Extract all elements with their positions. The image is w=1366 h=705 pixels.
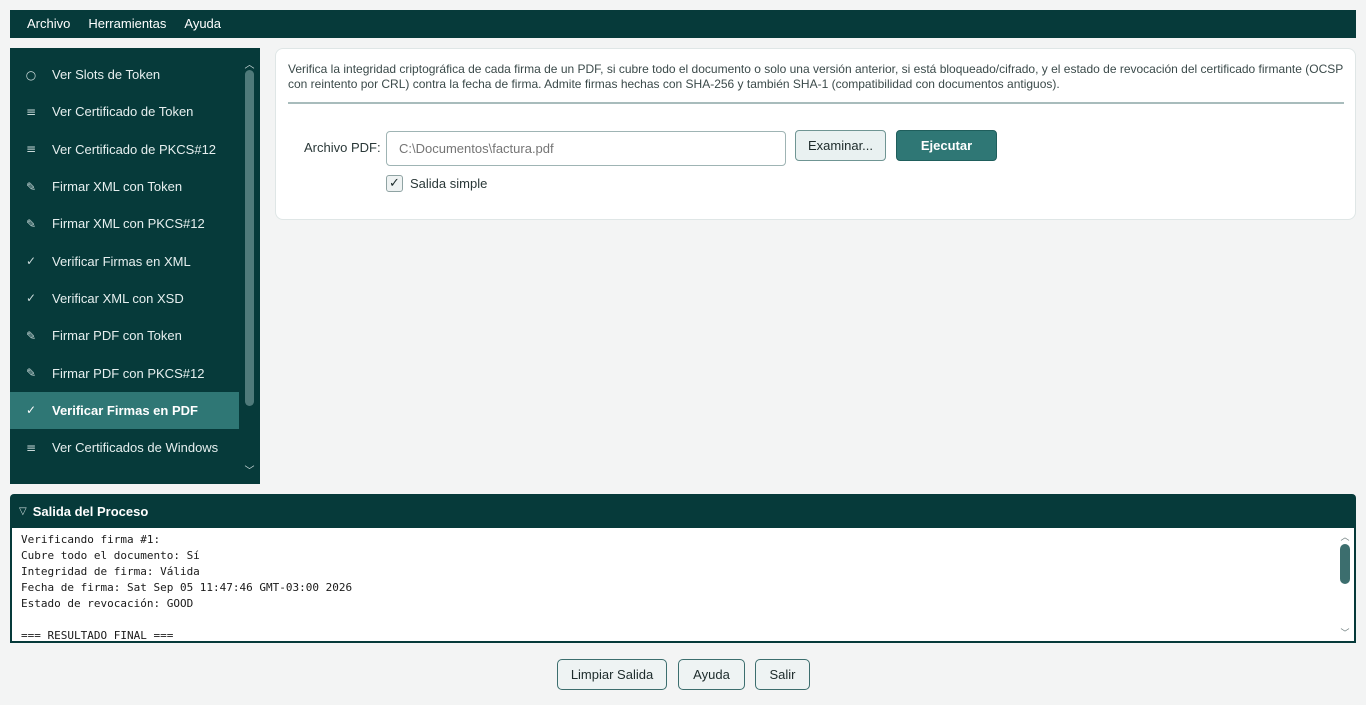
check-icon: ✓ [25,291,37,306]
sidebar-item[interactable]: ✎ Firmar PDF con Token [10,317,239,354]
run-button[interactable]: Ejecutar [896,130,997,161]
sidebar-item[interactable]: ○ Ver Slots de Token [10,56,239,93]
sign-icon: ✎ [25,366,37,381]
sidebar-item-label: Ver Slots de Token [52,67,161,83]
sidebar-item[interactable]: ✎ Firmar PDF con PKCS#12 [10,354,239,391]
sidebar-item[interactable]: ≡ Ver Certificados de Windows [10,429,239,466]
sidebar: ○ Ver Slots de Token ≡ Ver Certificado de T… [10,48,260,484]
sidebar-item-label: Ver Certificado de PKCS#12 [52,141,217,157]
simple-output-label[interactable]: Salida simple [410,176,487,191]
pdf-file-input[interactable] [386,131,786,166]
list-icon: ≡ [25,440,37,455]
menu-ayuda[interactable]: Ayuda [175,10,230,38]
help-button[interactable]: Ayuda [678,659,745,690]
sidebar-scrollbar[interactable]: ︿ ﹀ [239,48,260,484]
sidebar-item-label: Ver Certificado de Token [52,104,194,120]
checkmark-icon: ✓ [389,176,400,191]
sign-icon: ✎ [25,179,37,194]
pdf-file-label: Archivo PDF: [304,140,381,155]
sidebar-item[interactable]: ≡ Ver Certificado de PKCS#12 [10,131,239,168]
sidebar-item[interactable]: ✓ Verificar XML con XSD [10,280,239,317]
scroll-thumb[interactable] [1340,544,1350,584]
sidebar-item-label: Verificar XML con XSD [52,290,184,306]
scroll-thumb[interactable] [245,70,254,406]
tool-description: Verifica la integridad criptográfica de … [288,62,1344,91]
check-icon: ✓ [25,403,37,418]
sidebar-item[interactable]: ✎ Firmar XML con Token [10,168,239,205]
menu-archivo[interactable]: Archivo [18,10,79,38]
sidebar-item-label: Firmar PDF con Token [52,328,182,344]
menu-herramientas[interactable]: Herramientas [79,10,175,38]
sidebar-item[interactable]: ≡ Ver Certificado de Token [10,93,239,130]
scroll-up-icon[interactable]: ︿ [1338,530,1352,543]
list-icon: ≡ [25,142,37,157]
sign-icon: ✎ [25,216,37,231]
sidebar-item-label: Firmar XML con PKCS#12 [52,216,205,232]
output-text: Verificando firma #1: Cubre todo el docu… [21,533,353,642]
tool-panel: Verifica la integridad criptográfica de … [275,48,1356,220]
check-icon: ✓ [25,254,37,269]
sidebar-list: ○ Ver Slots de Token ≡ Ver Certificado de T… [10,48,239,466]
sidebar-item-label: Ver Certificados de Windows [52,440,219,456]
scroll-up-icon[interactable]: ︿ [239,56,260,71]
sidebar-item[interactable]: ✎ Firmar XML con PKCS#12 [10,205,239,242]
scroll-down-icon[interactable]: ﹀ [239,462,260,477]
output-area[interactable]: Verificando firma #1: Cubre todo el docu… [10,528,1356,643]
menu-bar: Archivo Herramientas Ayuda [10,10,1356,38]
output-header[interactable]: ▽ Salida del Proceso [10,494,1356,528]
sidebar-item-label: Firmar XML con Token [52,179,183,195]
sidebar-item-label: Firmar PDF con PKCS#12 [52,365,205,381]
sidebar-item[interactable]: ✓ Verificar Firmas en XML [10,242,239,279]
sidebar-item[interactable]: ✓ Verificar Firmas en PDF [10,391,239,429]
collapse-triangle-icon[interactable]: ▽ [19,506,27,517]
scroll-down-icon[interactable]: ﹀ [1338,626,1352,639]
sidebar-item-label: Verificar Firmas en PDF [52,402,198,418]
sidebar-item-label: Verificar Firmas en XML [52,253,191,269]
token-slots-icon: ○ [25,67,37,82]
sign-icon: ✎ [25,328,37,343]
divider [288,102,1344,104]
clear-output-button[interactable]: Limpiar Salida [557,659,667,690]
output-scrollbar[interactable]: ︿ ﹀ [1338,530,1352,640]
list-icon: ≡ [25,104,37,119]
simple-output-checkbox[interactable]: ✓ [386,175,403,192]
output-title: Salida del Proceso [32,503,149,519]
browse-button[interactable]: Examinar... [795,130,886,161]
exit-button[interactable]: Salir [755,659,810,690]
